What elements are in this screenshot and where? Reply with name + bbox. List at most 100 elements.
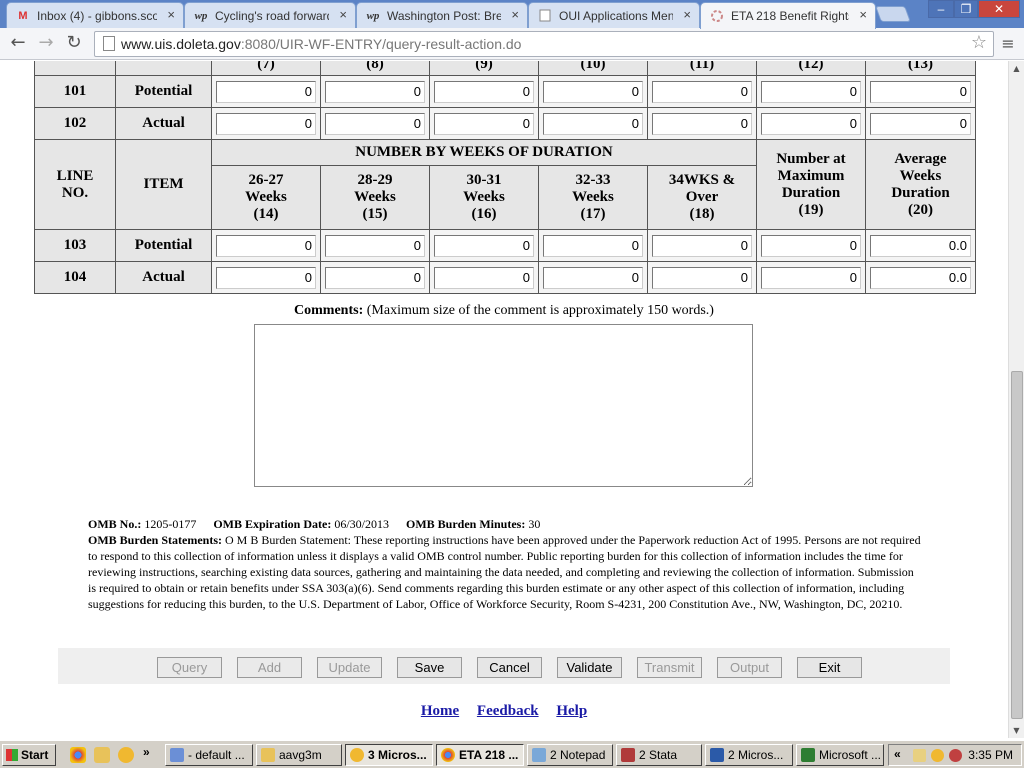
help-link[interactable]: Help — [556, 703, 587, 719]
weeks-col-header: 32-33 Weeks (17) — [538, 165, 648, 230]
value-input[interactable] — [434, 80, 534, 103]
value-input[interactable] — [761, 112, 861, 135]
document-icon — [170, 748, 184, 762]
output-button[interactable]: Output — [717, 657, 782, 678]
taskbar-item-outlook[interactable]: 3 Micros... — [345, 744, 433, 766]
taskbar-item-stata[interactable]: 2 Stata — [616, 744, 702, 766]
cancel-button[interactable]: Cancel — [477, 657, 542, 678]
gmail-icon: M — [18, 10, 28, 22]
browser-tab-eta-218[interactable]: ETA 218 Benefit Rights a × — [700, 2, 876, 29]
value-input[interactable] — [652, 80, 752, 103]
start-button[interactable]: Start — [2, 744, 56, 766]
value-input[interactable] — [543, 80, 643, 103]
value-input[interactable] — [325, 112, 425, 135]
browser-tab-washington-post[interactable]: wp Washington Post: Breaki × — [356, 2, 528, 28]
value-input[interactable] — [543, 234, 643, 257]
browser-tab-cycling[interactable]: wp Cycling's road forward | × — [184, 2, 356, 28]
column-number: (11) — [647, 61, 757, 76]
value-input[interactable] — [543, 112, 643, 135]
value-input[interactable] — [652, 234, 752, 257]
scroll-thumb[interactable] — [1011, 371, 1023, 719]
save-button[interactable]: Save — [397, 657, 462, 678]
back-arrow-icon[interactable]: ← — [6, 32, 30, 56]
excel-icon — [801, 748, 815, 762]
value-input[interactable] — [325, 234, 425, 257]
mail-icon[interactable] — [913, 749, 926, 762]
value-input[interactable] — [434, 266, 534, 289]
value-input[interactable] — [216, 234, 316, 257]
taskbar-item-aavg3m[interactable]: aavg3m — [256, 744, 342, 766]
feedback-link[interactable]: Feedback — [477, 703, 539, 719]
value-input[interactable] — [652, 112, 752, 135]
close-icon[interactable]: × — [167, 7, 175, 22]
value-input[interactable] — [325, 266, 425, 289]
home-link[interactable]: Home — [421, 703, 459, 719]
chrome-icon[interactable] — [70, 747, 86, 763]
item-label: Potential — [115, 229, 212, 262]
taskbar-item-excel[interactable]: Microsoft ... — [796, 744, 884, 766]
tab-label: Washington Post: Breaki — [387, 9, 501, 23]
validate-button[interactable]: Validate — [557, 657, 622, 678]
security-icon[interactable] — [949, 749, 962, 762]
tray-expand[interactable]: « — [894, 747, 901, 761]
wp-icon: wp — [366, 10, 380, 22]
header-cell — [115, 61, 212, 76]
outlook-icon[interactable] — [118, 747, 134, 763]
value-input[interactable] — [434, 234, 534, 257]
value-input[interactable] — [652, 266, 752, 289]
value-input[interactable] — [216, 80, 316, 103]
value-input[interactable] — [325, 80, 425, 103]
exit-button[interactable]: Exit — [797, 657, 862, 678]
forward-arrow-icon[interactable]: → — [34, 32, 58, 56]
value-input[interactable] — [870, 234, 971, 257]
column-number: (13) — [865, 61, 976, 76]
value-input[interactable] — [216, 266, 316, 289]
taskbar-item-word[interactable]: 2 Micros... — [705, 744, 793, 766]
tab-label: Cycling's road forward | — [215, 9, 329, 23]
new-tab-button[interactable] — [875, 6, 911, 22]
page-icon — [103, 36, 115, 51]
taskbar-item-chrome[interactable]: ETA 218 ... — [436, 744, 524, 766]
comments-textarea[interactable] — [254, 324, 753, 487]
page-content: (7) (8) (9) (10) (11) (12) (13) 101 Pote… — [0, 61, 1008, 738]
quick-launch-more[interactable]: » — [143, 745, 150, 759]
value-input[interactable] — [434, 112, 534, 135]
value-input[interactable] — [761, 80, 861, 103]
value-input[interactable] — [543, 266, 643, 289]
close-icon[interactable]: × — [511, 7, 519, 22]
query-button[interactable]: Query — [157, 657, 222, 678]
value-input[interactable] — [216, 112, 316, 135]
window-close-icon[interactable]: ✕ — [978, 0, 1020, 18]
browser-menu-icon[interactable]: ≡ — [998, 34, 1018, 54]
reload-icon[interactable]: ↻ — [62, 32, 86, 56]
value-input[interactable] — [870, 112, 971, 135]
taskbar-item-default[interactable]: - default ... — [165, 744, 253, 766]
folder-icon[interactable] — [94, 747, 110, 763]
page-scrollbar[interactable]: ▲ ▼ — [1008, 61, 1024, 738]
update-button[interactable]: Update — [317, 657, 382, 678]
value-input[interactable] — [761, 266, 861, 289]
bookmark-star-icon[interactable]: ☆ — [971, 32, 987, 53]
value-input[interactable] — [870, 80, 971, 103]
scroll-up-icon[interactable]: ▲ — [1009, 61, 1024, 76]
taskbar-item-notepad[interactable]: 2 Notepad — [527, 744, 613, 766]
address-bar[interactable]: www.uis.doleta.gov:8080/UIR-WF-ENTRY/que… — [94, 31, 994, 57]
notepad-icon — [532, 748, 546, 762]
restore-icon[interactable]: ❐ — [954, 0, 978, 18]
add-button[interactable]: Add — [237, 657, 302, 678]
column-number: (10) — [538, 61, 648, 76]
close-icon[interactable]: × — [859, 7, 867, 22]
scroll-down-icon[interactable]: ▼ — [1009, 723, 1024, 738]
start-label: Start — [21, 748, 49, 762]
value-input[interactable] — [870, 266, 971, 289]
browser-tab-oui-menu[interactable]: OUI Applications Menu × — [528, 2, 700, 28]
minimize-icon[interactable]: – — [928, 0, 954, 18]
close-icon[interactable]: × — [683, 7, 691, 22]
column-number: (8) — [320, 61, 430, 76]
table-row-104: 104 Actual — [34, 261, 976, 294]
value-input[interactable] — [761, 234, 861, 257]
browser-tab-gmail[interactable]: M Inbox (4) - gibbons.scotl × — [6, 2, 184, 28]
close-icon[interactable]: × — [339, 7, 347, 22]
transmit-button[interactable]: Transmit — [637, 657, 702, 678]
outlook-icon[interactable] — [931, 749, 944, 762]
